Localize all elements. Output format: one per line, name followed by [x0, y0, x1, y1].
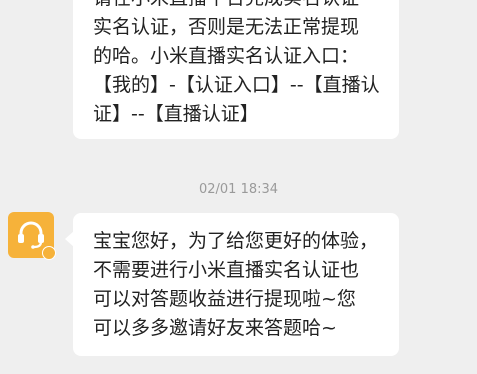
message-line: 可以对答题收益进行提现啦~您 — [93, 288, 356, 310]
message-line: 宝宝您好，为了给您更好的体验， — [93, 230, 379, 252]
message-line: 可以多多邀请好友来答题哈~ — [93, 317, 337, 339]
message-line: 的哈。小米直播实名认证入口： — [93, 45, 360, 67]
message-bubble-received[interactable]: 宝宝您好，为了给您更好的体验， 不需要进行小米直播实名认证也 可以对答题收益进行… — [65, 213, 399, 356]
avatar[interactable] — [8, 212, 56, 260]
bubble-tail — [65, 231, 74, 247]
message-line: 【我的】-【认证入口】--【直播认 — [93, 74, 380, 96]
message-bubble-received[interactable]: 请在小米直播平台完成实名认证 实名认证，否则是无法正常提现 的哈。小米直播实名认… — [73, 0, 399, 139]
message-line: 证】--【直播认证】 — [93, 103, 259, 125]
badge-icon — [42, 246, 56, 260]
message-timestamp: 02/01 18:34 — [198, 182, 279, 197]
message-line: 请在小米直播平台完成实名认证 — [93, 0, 381, 13]
message-line: 实名认证，否则是无法正常提现 — [93, 16, 360, 38]
chat-window: 请在小米直播平台完成实名认证 实名认证，否则是无法正常提现 的哈。小米直播实名认… — [0, 0, 477, 374]
message-line: 不需要进行小米直播实名认证也 — [93, 259, 360, 281]
